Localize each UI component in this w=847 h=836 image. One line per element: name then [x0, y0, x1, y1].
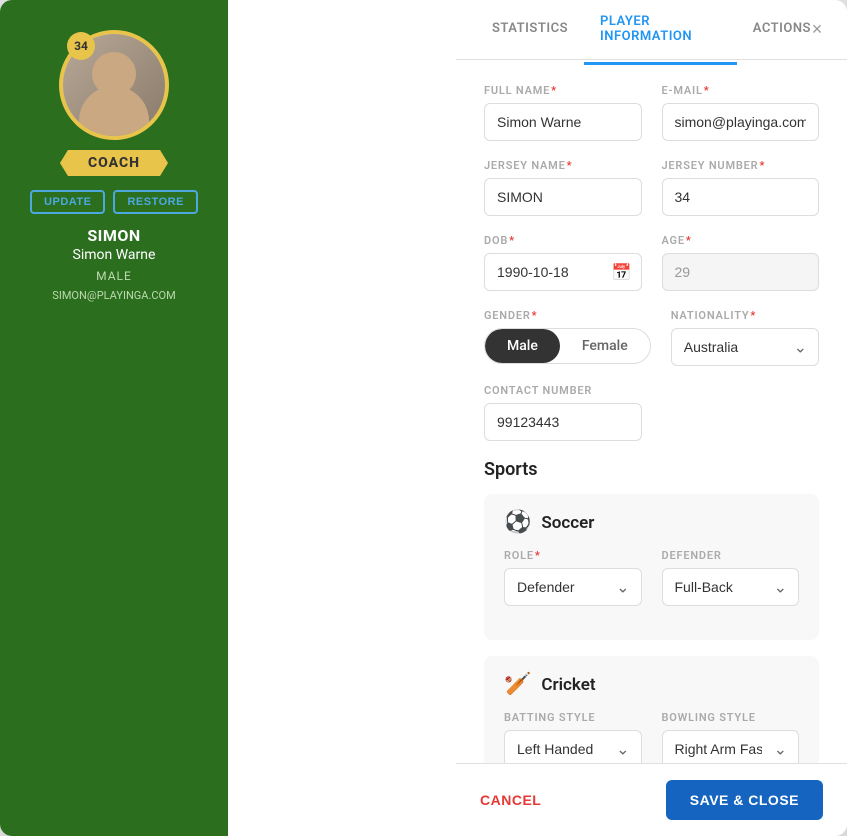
jersey-name-label: JERSEY NAME*	[484, 159, 642, 172]
soccer-role-label: ROLE*	[504, 549, 642, 562]
tab-player-information[interactable]: PLAYER INFORMATION	[584, 0, 737, 65]
batting-label: BATTING STYLE	[504, 711, 642, 724]
full-name-label: FULL NAME*	[484, 84, 642, 97]
gender-female-option[interactable]: Female	[560, 329, 650, 363]
sidebar-gender: MALE	[96, 269, 132, 283]
row-contact: CONTACT NUMBER	[484, 384, 819, 441]
group-gender: GENDER* Male Female	[484, 309, 651, 366]
contact-label: CONTACT NUMBER	[484, 384, 642, 397]
soccer-card: ⚽ Soccer ROLE* Defender Midfielder Forwa…	[484, 494, 819, 640]
email-input[interactable]	[662, 103, 820, 141]
full-name-input[interactable]	[484, 103, 642, 141]
cricket-header: 🏏 Cricket	[504, 672, 799, 697]
gender-label: GENDER*	[484, 309, 651, 322]
row-dob-age: DOB* 📅 AGE*	[484, 234, 819, 291]
group-dob: DOB* 📅	[484, 234, 642, 291]
cricket-name: Cricket	[541, 675, 595, 695]
scroll-area: FULL NAME* E-MAIL* JERSEY NAME*	[456, 60, 847, 763]
row-gender-nationality: GENDER* Male Female NATIONALITY* Austral…	[484, 309, 819, 366]
calendar-icon[interactable]: 📅	[612, 263, 632, 282]
sidebar: 34 COACH UPDATE RESTORE SIMON Simon Warn…	[0, 0, 228, 836]
group-nationality: NATIONALITY* Australia United States Uni…	[671, 309, 819, 366]
gender-toggle: Male Female	[484, 328, 651, 364]
close-modal-button[interactable]: ×	[803, 16, 831, 44]
soccer-role-select-wrapper: Defender Midfielder Forward Goalkeeper ⌄	[504, 568, 642, 606]
batting-group: BATTING STYLE Left Handed Right Handed ⌄	[504, 711, 642, 763]
email-label: E-MAIL*	[662, 84, 820, 97]
bowling-group: BOWLING STYLE Right Arm Fast Left Arm Fa…	[662, 711, 800, 763]
group-contact-spacer	[662, 384, 820, 441]
bowling-select-wrapper: Right Arm Fast Left Arm Fast Off Spin Le…	[662, 730, 800, 763]
badge-number: 34	[67, 32, 95, 60]
dob-input-wrapper: 📅	[484, 253, 642, 291]
row-jersey: JERSEY NAME* JERSEY NUMBER*	[484, 159, 819, 216]
age-input	[662, 253, 820, 291]
group-contact: CONTACT NUMBER	[484, 384, 642, 441]
cricket-card: 🏏 Cricket BATTING STYLE Left Handed Righ…	[484, 656, 819, 763]
soccer-position-group: DEFENDER Full-Back Centre-Back Sweeper ⌄	[662, 549, 800, 606]
jersey-number-label: JERSEY NUMBER*	[662, 159, 820, 172]
cricket-icon: 🏏	[504, 672, 531, 697]
soccer-role-group: ROLE* Defender Midfielder Forward Goalke…	[504, 549, 642, 606]
soccer-position-select-wrapper: Full-Back Centre-Back Sweeper ⌄	[662, 568, 800, 606]
jersey-number-input[interactable]	[662, 178, 820, 216]
save-close-button[interactable]: SAVE & CLOSE	[666, 780, 823, 820]
row-name-email: FULL NAME* E-MAIL*	[484, 84, 819, 141]
nationality-select[interactable]: Australia United States United Kingdom I…	[671, 328, 819, 366]
gender-male-option[interactable]: Male	[485, 329, 560, 363]
coach-banner: COACH	[60, 150, 168, 176]
age-label: AGE*	[662, 234, 820, 247]
group-full-name: FULL NAME*	[484, 84, 642, 141]
contact-input[interactable]	[484, 403, 642, 441]
sidebar-buttons: UPDATE RESTORE	[30, 190, 198, 214]
soccer-name: Soccer	[541, 513, 594, 533]
sidebar-username: SIMON	[87, 226, 140, 245]
jersey-name-input[interactable]	[484, 178, 642, 216]
group-age: AGE*	[662, 234, 820, 291]
tabs-bar: STATISTICS PLAYER INFORMATION ACTIONS ×	[456, 0, 847, 60]
batting-select[interactable]: Left Handed Right Handed	[504, 730, 642, 763]
group-jersey-name: JERSEY NAME*	[484, 159, 642, 216]
modal: 34 COACH UPDATE RESTORE SIMON Simon Warn…	[0, 0, 847, 836]
nationality-label: NATIONALITY*	[671, 309, 819, 322]
bowling-label: BOWLING STYLE	[662, 711, 800, 724]
soccer-role-select[interactable]: Defender Midfielder Forward Goalkeeper	[504, 568, 642, 606]
soccer-position-label: DEFENDER	[662, 549, 800, 562]
group-email: E-MAIL*	[662, 84, 820, 141]
soccer-icon: ⚽	[504, 510, 531, 535]
cancel-button[interactable]: CANCEL	[480, 792, 541, 808]
soccer-header: ⚽ Soccer	[504, 510, 799, 535]
nationality-select-wrapper: Australia United States United Kingdom I…	[671, 328, 819, 366]
group-jersey-number: JERSEY NUMBER*	[662, 159, 820, 216]
sidebar-fullname: Simon Warne	[73, 247, 156, 263]
soccer-row: ROLE* Defender Midfielder Forward Goalke…	[504, 549, 799, 606]
cricket-row: BATTING STYLE Left Handed Right Handed ⌄…	[504, 711, 799, 763]
footer-bar: CANCEL SAVE & CLOSE	[456, 763, 847, 836]
tab-statistics[interactable]: STATISTICS	[476, 3, 584, 57]
update-button[interactable]: UPDATE	[30, 190, 105, 214]
soccer-position-select[interactable]: Full-Back Centre-Back Sweeper	[662, 568, 800, 606]
batting-select-wrapper: Left Handed Right Handed ⌄	[504, 730, 642, 763]
sidebar-email: SIMON@PLAYINGA.COM	[52, 289, 175, 302]
restore-button[interactable]: RESTORE	[113, 190, 197, 214]
person-body-shape	[79, 86, 149, 136]
avatar-container: 34	[59, 30, 169, 140]
sports-section-title: Sports	[484, 459, 819, 480]
bowling-select[interactable]: Right Arm Fast Left Arm Fast Off Spin Le…	[662, 730, 800, 763]
content-area: STATISTICS PLAYER INFORMATION ACTIONS × …	[456, 0, 847, 836]
dob-label: DOB*	[484, 234, 642, 247]
